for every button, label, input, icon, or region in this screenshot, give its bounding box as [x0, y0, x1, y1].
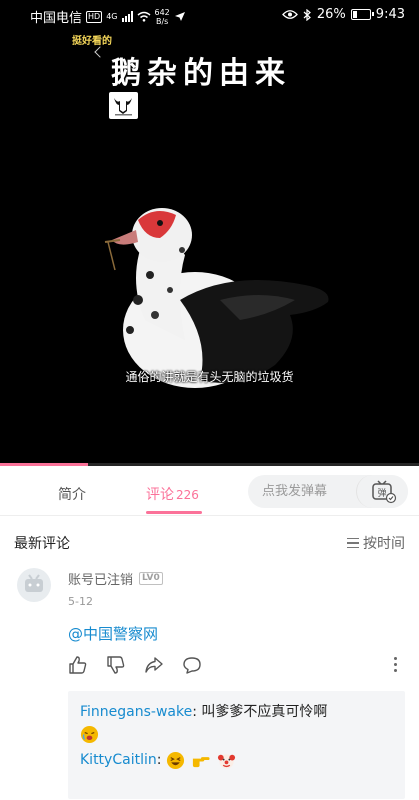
carrier-label: 中国电信: [30, 11, 83, 26]
avatar[interactable]: [17, 568, 51, 602]
comments-title: 最新评论: [14, 536, 70, 552]
sort-button[interactable]: 按时间: [347, 533, 405, 553]
battery-percent: 26%: [316, 7, 346, 22]
comment-username: 账号已注销: [68, 573, 134, 588]
clock: 9:43: [375, 7, 405, 22]
send-icon: [174, 12, 185, 21]
comment-user[interactable]: 账号已注销 LV0: [68, 569, 163, 588]
laughing-face-emoji-icon: [166, 751, 184, 769]
tab-comments-label: 评论: [146, 487, 174, 503]
video-player[interactable]: 中国电信 HD 4G 642 B/s 26% 9:43 挺好看的 鹅杂的由来 通…: [0, 0, 419, 466]
back-icon[interactable]: [94, 46, 106, 58]
channel-logo: [109, 92, 138, 119]
comments-header: 最新评论 按时间: [0, 517, 419, 565]
net-speed: 642 B/s: [154, 7, 170, 26]
video-subtitle: 通俗的讲就是有头无脑的垃圾货: [125, 370, 294, 384]
reply-emoji-line: [80, 723, 393, 749]
comment-item: 账号已注销 LV0 5-12 @中国警察网 Finnegans-wake: 叫爹…: [0, 565, 419, 800]
tab-comments[interactable]: 评论 226: [146, 484, 199, 504]
battery-icon: [350, 9, 374, 20]
bluetooth-icon: [303, 8, 311, 21]
video-tagline: 挺好看的: [72, 36, 112, 47]
reply-text: 叫爹爹不应真可怜啊: [201, 704, 328, 720]
tab-bar: 简介 评论 226 点我发弹幕 弹: [0, 466, 419, 516]
network-label: 4G: [106, 12, 118, 21]
tab-intro[interactable]: 简介: [58, 484, 86, 504]
reply-list[interactable]: Finnegans-wake: 叫爹爹不应真可怜啊 KittyCaitlin:: [68, 691, 405, 799]
like-icon[interactable]: [68, 655, 88, 675]
reply-username[interactable]: KittyCaitlin: [80, 752, 157, 768]
danmu-toggle-icon: 弹: [372, 480, 397, 504]
dislike-icon[interactable]: [106, 655, 126, 675]
reply-icon[interactable]: [182, 655, 202, 675]
more-options-icon[interactable]: [394, 657, 397, 672]
comment-date: 5-12: [68, 595, 93, 608]
danmu-toggle-button[interactable]: 弹: [356, 475, 408, 508]
level-badge: LV0: [139, 572, 163, 585]
reply-item: Finnegans-wake: 叫爹爹不应真可怜啊: [80, 704, 328, 720]
svg-text:弹: 弹: [377, 487, 386, 499]
video-title: 鹅杂的由来: [111, 56, 291, 91]
tab-active-indicator: [146, 511, 202, 514]
sort-label: 按时间: [363, 536, 405, 552]
hd-icon: HD: [86, 10, 103, 23]
status-bar: 中国电信 HD 4G 642 B/s 26% 9:43: [0, 0, 419, 30]
signal-icon: [121, 11, 133, 22]
wifi-icon: [137, 11, 150, 22]
reply-username[interactable]: Finnegans-wake: [80, 704, 192, 720]
eye-icon: [282, 10, 298, 19]
comments-count: 226: [176, 488, 199, 502]
share-icon[interactable]: [144, 655, 164, 675]
reply-item: KittyCaitlin:: [80, 749, 393, 771]
clown-face-emoji-icon: [217, 753, 235, 769]
pointing-hand-emoji-icon: [193, 756, 210, 767]
sort-icon: [347, 537, 359, 549]
comment-text[interactable]: @中国警察网: [68, 623, 158, 644]
crying-face-emoji-icon: [80, 725, 99, 743]
comment-actions: [68, 655, 202, 675]
